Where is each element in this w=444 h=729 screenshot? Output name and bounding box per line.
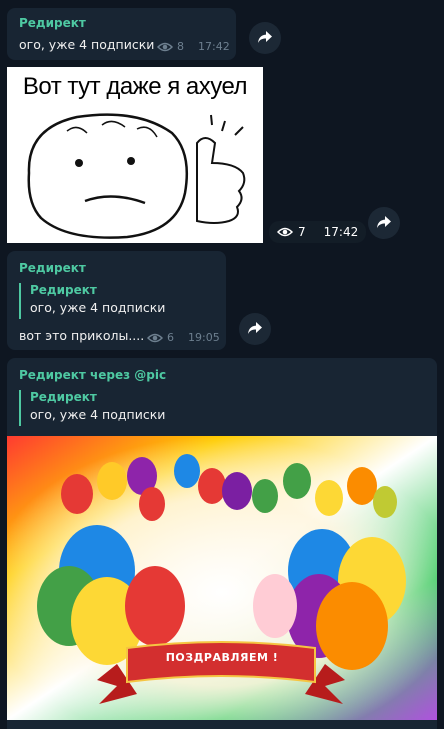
reply-text: ого, уже 4 подписки	[30, 407, 166, 422]
forward-button-2[interactable]	[368, 207, 400, 239]
message-bubble-4[interactable]: Редирект через @pic Редирект ого, уже 4 …	[7, 358, 437, 729]
message-time: 19:05	[188, 331, 220, 344]
message-time: 17:42	[198, 40, 230, 53]
eye-icon	[157, 42, 173, 52]
balloons-drawing	[7, 436, 437, 720]
message-bubble-3[interactable]: Редирект Редирект ого, уже 4 подписки во…	[7, 251, 226, 350]
reply-text: ого, уже 4 подписки	[30, 300, 166, 315]
eye-icon	[147, 333, 163, 343]
meme-image[interactable]: Вот тут даже я ахуел	[7, 67, 263, 243]
reply-quote[interactable]: Редирект ого, уже 4 подписки	[19, 283, 165, 319]
forward-arrow-icon	[257, 29, 273, 48]
message-sender[interactable]: Редирект через @pic	[19, 368, 166, 382]
view-count: 6	[167, 331, 174, 344]
message-time: 17:42	[323, 225, 359, 239]
message-text: ого, уже 4 подписки	[19, 37, 155, 52]
message-meta: 8 17:42	[157, 40, 230, 53]
message-meta: 6 19:05	[147, 331, 220, 344]
eye-icon	[277, 227, 293, 237]
image-meta: 7 17:42	[269, 221, 367, 243]
banner-text: ПОЗДРАВЛЯЕМ !	[165, 651, 279, 664]
reply-quote[interactable]: Редирект ого, уже 4 подписки	[19, 390, 165, 426]
celebration-image[interactable]: ПОЗДРАВЛЯЕМ !	[7, 436, 437, 720]
forward-button-1[interactable]	[249, 22, 281, 54]
meme-caption: Вот тут даже я ахуел	[22, 73, 248, 100]
reply-sender: Редирект	[30, 283, 97, 297]
forward-arrow-icon	[376, 214, 392, 233]
meme-face-drawing	[27, 113, 246, 239]
message-bubble-1[interactable]: Редирект ого, уже 4 подписки 8 17:42	[7, 8, 236, 60]
message-text: вот это приколы....	[19, 328, 145, 343]
reply-sender: Редирект	[30, 390, 97, 404]
forward-arrow-icon	[247, 320, 263, 339]
view-count: 8	[177, 40, 184, 53]
forward-button-3[interactable]	[239, 313, 271, 345]
message-sender[interactable]: Редирект	[19, 261, 86, 275]
message-sender[interactable]: Редирект	[19, 16, 86, 30]
view-count: 7	[298, 225, 306, 239]
